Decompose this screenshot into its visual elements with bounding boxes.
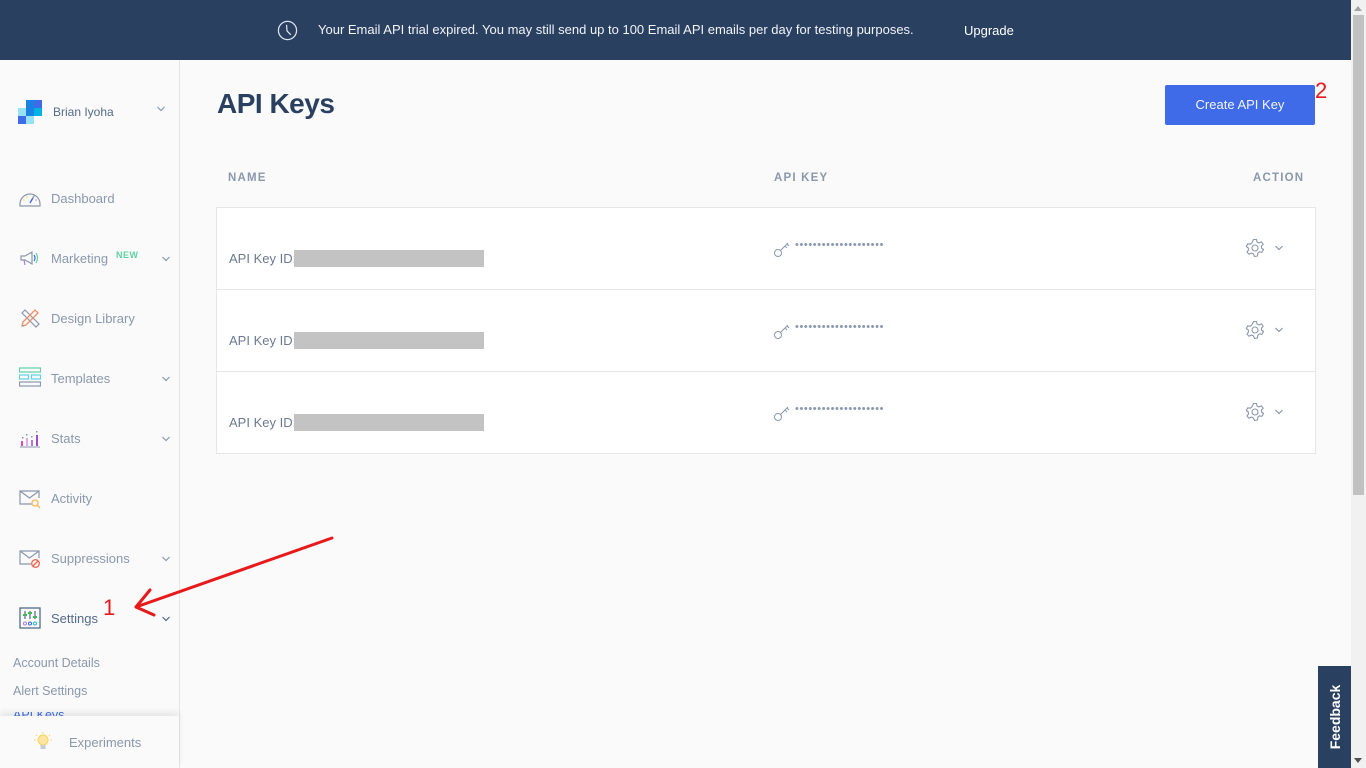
feedback-label: Feedback — [1326, 684, 1343, 750]
api-keys-table: API Key ID: •••••••••••••••••••• API Key… — [216, 207, 1316, 454]
sidebar-item-design-library[interactable]: Design Library — [0, 303, 179, 333]
sidebar-item-experiments[interactable]: Experiments — [0, 716, 179, 768]
envelope-search-icon — [19, 490, 41, 509]
sidebar-item-label: Marketing — [51, 251, 109, 266]
page-title: API Keys — [217, 88, 335, 119]
new-badge: NEW — [116, 250, 139, 260]
sidebar-item-label: Activity — [51, 491, 93, 506]
feedback-tab[interactable]: Feedback — [1318, 666, 1351, 768]
chevron-down-icon — [157, 106, 165, 112]
chevron-down-icon[interactable] — [1274, 408, 1284, 416]
upgrade-link[interactable]: Upgrade — [964, 23, 1014, 38]
sidebar-item-label: Experiments — [69, 735, 142, 750]
lightbulb-icon — [34, 732, 52, 749]
sidebar-item-label: Dashboard — [51, 191, 115, 206]
stats-chart-icon — [20, 431, 40, 448]
brand-logo-icon — [18, 100, 42, 124]
table-row: API Key ID: •••••••••••••••••••• — [217, 372, 1315, 453]
chevron-down-icon — [162, 376, 170, 382]
key-icon — [774, 406, 790, 421]
api-key-id-label: API Key ID: — [229, 333, 297, 348]
redacted-id — [294, 414, 484, 431]
sidebar-item-label: Stats — [51, 431, 81, 446]
chevron-down-icon[interactable] — [1274, 244, 1284, 252]
clock-icon — [277, 20, 298, 41]
sidebar-item-activity[interactable]: Activity — [0, 483, 179, 513]
create-api-key-button[interactable]: Create API Key — [1165, 85, 1315, 125]
sidebar: Brian Iyoha Dashboard Marketing NEW Desi… — [0, 60, 180, 768]
sidebar-item-settings[interactable]: Settings — [0, 603, 179, 633]
api-key-id-label: API Key ID: — [229, 415, 297, 430]
sidebar-item-label: Templates — [51, 371, 111, 386]
key-icon — [774, 324, 790, 339]
gear-icon[interactable] — [1245, 402, 1265, 422]
table-row: API Key ID: •••••••••••••••••••• — [217, 290, 1315, 372]
sidebar-item-suppressions[interactable]: Suppressions — [0, 543, 179, 573]
sidebar-item-label: Design Library — [51, 311, 135, 326]
column-header-name: NAME — [228, 172, 267, 184]
account-name: Brian Iyoha — [53, 105, 114, 119]
main-content: API Keys Create API Key NAME API KEY ACT… — [180, 60, 1351, 768]
chevron-down-icon — [162, 616, 170, 622]
key-icon — [774, 242, 790, 257]
sidebar-item-stats[interactable]: Stats — [0, 423, 179, 453]
redacted-id — [294, 332, 484, 349]
settings-sliders-icon — [19, 607, 41, 629]
sidebar-item-label: Settings — [51, 611, 98, 626]
annotation-step-2: 2 — [1315, 78, 1328, 103]
chevron-down-icon[interactable] — [1274, 326, 1284, 334]
templates-icon — [19, 367, 41, 387]
column-header-action: ACTION — [1253, 172, 1305, 184]
envelope-blocked-icon — [19, 550, 40, 568]
sidebar-subitem-alert-settings[interactable]: Alert Settings — [13, 684, 87, 698]
gear-icon[interactable] — [1245, 320, 1265, 340]
trial-banner: Your Email API trial expired. You may st… — [0, 0, 1351, 60]
masked-api-key: •••••••••••••••••••• — [795, 239, 885, 251]
sidebar-item-dashboard[interactable]: Dashboard — [0, 183, 179, 213]
masked-api-key: •••••••••••••••••••• — [795, 321, 885, 333]
banner-message: Your Email API trial expired. You may st… — [318, 22, 914, 37]
scroll-down-arrow-icon[interactable] — [1354, 758, 1362, 763]
page-scrollbar[interactable] — [1351, 0, 1366, 768]
table-row: API Key ID: •••••••••••••••••••• — [217, 208, 1315, 290]
megaphone-icon — [20, 250, 39, 266]
dashboard-gauge-icon — [19, 193, 41, 207]
chevron-down-icon — [162, 256, 170, 262]
sidebar-item-label: Suppressions — [51, 551, 130, 566]
scrollbar-thumb[interactable] — [1353, 15, 1364, 495]
api-key-id-label: API Key ID: — [229, 251, 297, 266]
masked-api-key: •••••••••••••••••••• — [795, 403, 885, 415]
redacted-id — [294, 250, 484, 267]
scroll-up-arrow-icon[interactable] — [1354, 6, 1362, 11]
column-header-api-key: API KEY — [774, 172, 829, 184]
account-switcher[interactable]: Brian Iyoha — [18, 100, 168, 126]
sidebar-item-marketing[interactable]: Marketing NEW — [0, 243, 179, 273]
design-pencil-ruler-icon — [21, 309, 40, 328]
chevron-down-icon — [162, 436, 170, 442]
annotation-step-1: 1 — [103, 595, 116, 620]
sidebar-item-templates[interactable]: Templates — [0, 363, 179, 393]
sidebar-subitem-account-details[interactable]: Account Details — [13, 656, 100, 670]
gear-icon[interactable] — [1245, 238, 1265, 258]
chevron-down-icon — [162, 556, 170, 562]
